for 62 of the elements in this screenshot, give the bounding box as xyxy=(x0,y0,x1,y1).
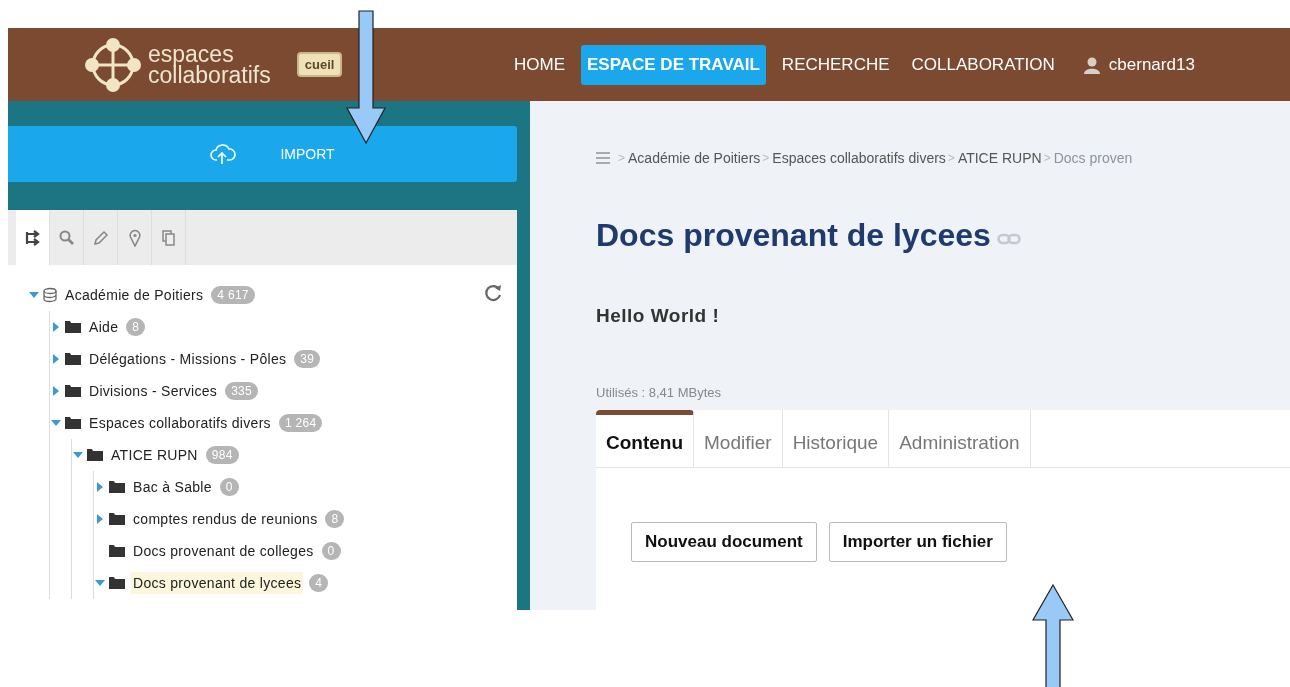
menu-icon[interactable] xyxy=(596,151,610,165)
tree-item[interactable]: Académie de Poitiers xyxy=(63,284,206,306)
expanded-caret-icon[interactable] xyxy=(50,418,62,428)
page-title: Docs provenant de lycees xyxy=(596,217,991,254)
nav-link[interactable]: HOME xyxy=(508,44,571,85)
folder-icon xyxy=(64,319,82,335)
logo-text: collaboratifs xyxy=(148,64,271,86)
count-badge: 4 xyxy=(309,574,329,592)
expanded-caret-icon[interactable] xyxy=(28,290,40,300)
breadcrumb-link[interactable]: Académie de Poitiers xyxy=(628,150,761,166)
tree-item[interactable]: Aide xyxy=(87,316,121,338)
tool-tab[interactable] xyxy=(16,210,50,265)
action-button[interactable]: Nouveau document xyxy=(631,522,817,562)
tree-icon xyxy=(23,228,42,247)
user-name[interactable]: cbernard13 xyxy=(1108,54,1195,75)
tree-item[interactable]: Docs provenant de lycees xyxy=(131,572,304,594)
description-text: Hello World ! xyxy=(596,305,721,327)
count-badge: 0 xyxy=(321,542,341,560)
folder-icon xyxy=(64,415,82,431)
folder-icon xyxy=(64,351,82,367)
action-button[interactable]: Importer un fichier xyxy=(828,522,1007,562)
user-icon xyxy=(1082,55,1101,74)
tree-item[interactable]: Bac à Sable xyxy=(131,476,214,498)
folder-icon xyxy=(108,479,126,495)
tree-item[interactable]: Espaces collaboratifs divers xyxy=(87,412,273,434)
count-badge: 4 617 xyxy=(211,286,255,304)
count-badge: 335 xyxy=(225,382,259,400)
count-badge: 1 264 xyxy=(278,414,323,432)
logo-text: espaces xyxy=(148,43,234,65)
breadcrumb-separator: > xyxy=(947,151,955,165)
folder-icon xyxy=(108,511,126,527)
copy-icon xyxy=(159,228,178,247)
cloud-upload-icon xyxy=(210,143,237,165)
tree-item[interactable]: Divisions - Services xyxy=(87,380,220,402)
tree-item[interactable]: ATICE RUPN xyxy=(109,444,200,466)
count-badge: 0 xyxy=(219,478,239,496)
expanded-caret-icon[interactable] xyxy=(94,578,106,588)
tree-item[interactable]: Délégations - Missions - Pôles xyxy=(87,348,289,370)
tab[interactable]: Contenu xyxy=(596,410,695,467)
count-badge: 8 xyxy=(325,510,345,528)
search-icon xyxy=(57,228,76,247)
breadcrumb-separator: > xyxy=(762,151,770,165)
breadcrumb-separator: > xyxy=(1043,151,1051,165)
folder-icon xyxy=(108,575,126,591)
home-badge[interactable]: cueil xyxy=(296,52,343,77)
usage-text: Utilisés : 8,41 MBytes xyxy=(596,385,722,400)
expanded-caret-icon[interactable] xyxy=(72,450,84,460)
tree-item[interactable]: Docs provenant de colleges xyxy=(131,540,316,562)
count-badge: 984 xyxy=(205,446,239,464)
count-badge: 8 xyxy=(126,318,146,336)
nav-link[interactable]: COLLABORATION xyxy=(905,44,1061,85)
folder-icon xyxy=(86,447,104,463)
folder-icon xyxy=(64,383,82,399)
breadcrumb-separator: > xyxy=(618,151,625,165)
count-badge: 39 xyxy=(294,350,321,368)
nav-link[interactable]: RECHERCHE xyxy=(775,44,896,85)
refresh-icon[interactable] xyxy=(483,283,503,303)
breadcrumb-link[interactable]: Espaces collaboratifs divers xyxy=(772,150,946,166)
tree-item[interactable]: comptes rendus de reunions xyxy=(131,508,320,530)
database-icon xyxy=(42,287,58,303)
breadcrumb-link[interactable]: ATICE RUPN xyxy=(957,150,1042,166)
pencil-icon xyxy=(91,228,110,247)
